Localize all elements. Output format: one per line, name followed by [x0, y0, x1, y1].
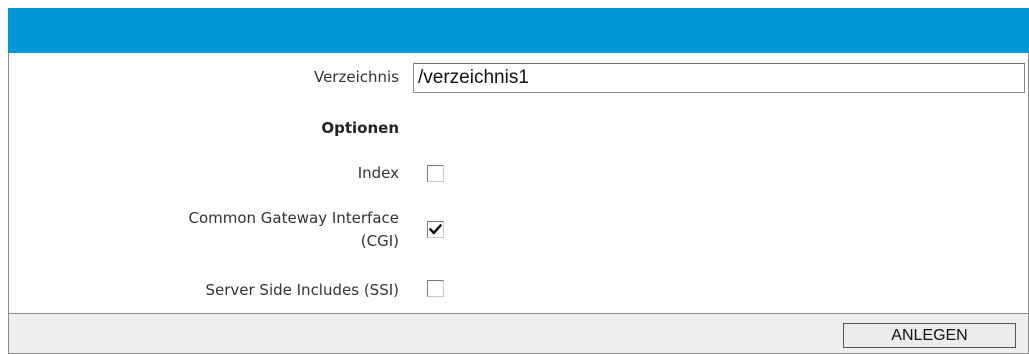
create-directory-panel: Verzeichnis Optionen Index Common Gatewa…: [0, 0, 1029, 354]
directory-label: Verzeichnis: [313, 68, 399, 86]
option-cgi-label-line1: Common Gateway Interface: [188, 209, 399, 227]
create-button[interactable]: ANLEGEN: [843, 323, 1016, 348]
directory-input[interactable]: [413, 63, 1025, 93]
option-cgi-label-line2: (CGI): [360, 232, 399, 250]
option-cgi-checkbox[interactable]: [427, 221, 444, 238]
option-ssi-checkbox[interactable]: [427, 280, 444, 297]
options-heading: Optionen: [321, 119, 399, 137]
option-index-checkbox[interactable]: [427, 165, 444, 182]
option-index-label: Index: [357, 164, 399, 182]
checkmark-icon: [429, 223, 442, 235]
option-ssi-label: Server Side Includes (SSI): [205, 281, 399, 299]
panel-frame: [8, 53, 1029, 354]
panel-header-bar: [8, 8, 1029, 53]
